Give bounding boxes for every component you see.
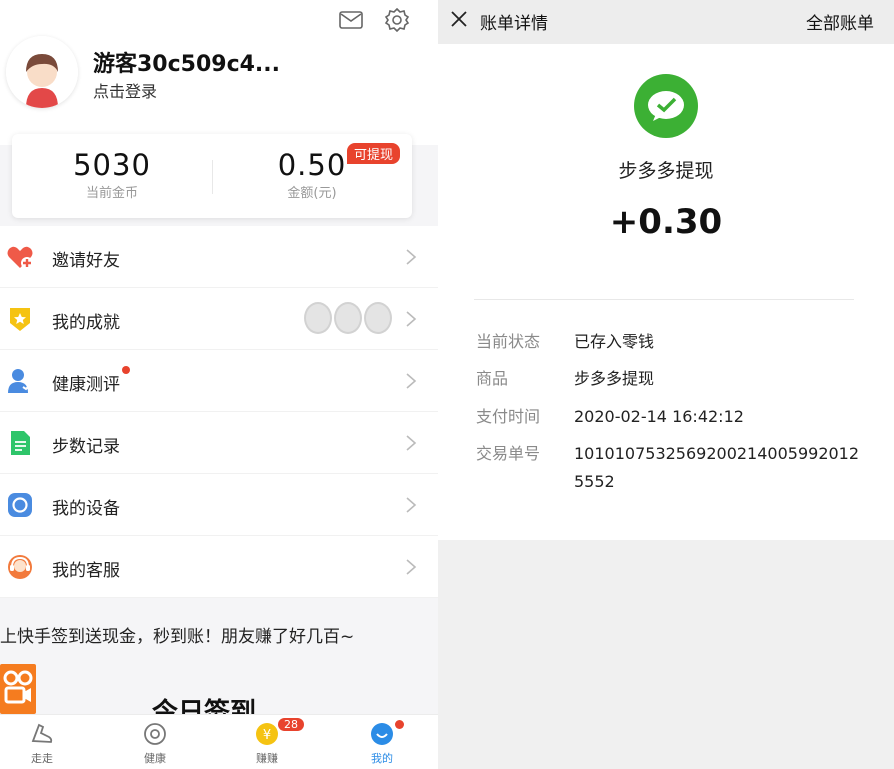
tab-walk[interactable]: 走走 [12,721,72,766]
coins-label: 当前金币 [85,186,138,201]
coins-value: 5030 [73,148,151,182]
chevron-right-icon [404,248,418,266]
menu-item-label: 我的成就 [52,313,120,333]
menu-item-label: 健康测评 [52,375,120,395]
medal-icon [334,302,362,334]
me-icon [369,721,395,747]
page-title: 账单详情 [480,14,548,34]
username: 游客30c509c4... [93,52,281,77]
bill-amount: +0.30 [609,202,723,242]
menu-item-customer-service[interactable]: 我的客服 [0,536,438,598]
notification-dot [395,720,404,729]
profile-screen: 游客30c509c4... 点击登录 5030 当前金币 0.50 金额(元) … [0,0,438,769]
chevron-right-icon [404,310,418,328]
tab-health[interactable]: 健康 [125,721,185,766]
health-icon [142,721,168,747]
menu-item-devices[interactable]: 我的设备 [0,474,438,536]
chevron-right-icon [404,558,418,576]
svg-text:¥: ¥ [263,728,271,743]
menu-item-achievements[interactable]: 我的成就 [0,288,438,350]
bill-details-screen: 账单详情 全部账单 步多多提现 +0.30 当前状态 已存入零钱 商品 步多多提… [438,0,894,769]
merchant-name: 步多多提现 [618,160,714,182]
medal-icon [304,302,332,334]
menu-item-health-test[interactable]: 健康测评 [0,350,438,412]
notification-dot [122,366,130,374]
field-key: 支付时间 [476,407,541,426]
menu-item-label: 邀请好友 [52,251,120,271]
kuaishou-logo[interactable] [0,664,36,714]
field-value: 2020-02-14 16:42:12 [574,407,744,426]
field-key: 当前状态 [476,332,541,351]
field-value: 已存入零钱 [574,332,655,351]
menu-item-label: 我的设备 [52,499,120,519]
tab-label: 走走 [31,752,53,765]
wechat-pay-icon [634,74,698,138]
promo-text[interactable]: 上快手签到送现金，秒到账！朋友赚了好几百~ [0,622,354,647]
menu-list: 邀请好友 我的成就 健康测评 步数记录 我的设备 我的客服 [0,226,438,598]
tab-label: 健康 [144,752,166,765]
menu-item-step-record[interactable]: 步数记录 [0,412,438,474]
divider [474,299,854,300]
tab-label: 我的 [371,752,393,765]
menu-item-label: 步数记录 [52,437,120,457]
profile-header: 游客30c509c4... 点击登录 [0,0,438,145]
chevron-right-icon [404,434,418,452]
coins-stat[interactable]: 5030 当前金币 [12,148,212,201]
field-value[interactable]: 10101075325692002140059920125552 [574,440,864,496]
login-link[interactable]: 点击登录 [93,78,157,102]
earn-count-badge: 28 [278,718,304,731]
field-value: 步多多提现 [574,369,655,388]
chevron-right-icon [404,496,418,514]
bottom-tabbar: 走走 健康 ¥ 赚赚 28 我的 [0,714,438,769]
document-icon [6,429,34,457]
avatar[interactable] [6,36,78,108]
stats-card: 5030 当前金币 0.50 金额(元) 可提现 [12,134,412,218]
gear-icon[interactable] [384,7,410,33]
heart-plus-icon [6,243,34,271]
tab-label: 赚赚 [256,752,278,765]
top-icons [338,7,410,33]
menu-item-invite[interactable]: 邀请好友 [0,226,438,288]
withdraw-badge[interactable]: 可提现 [347,143,401,164]
bill-header: 账单详情 全部账单 [438,0,894,44]
headset-icon [6,553,34,581]
achievement-medals [304,302,392,336]
star-badge-icon [6,305,34,333]
bill-card: 步多多提现 +0.30 当前状态 已存入零钱 商品 步多多提现 支付时间 202… [438,44,894,540]
device-icon [6,491,34,519]
shoe-icon [29,721,55,747]
field-key: 商品 [476,369,509,388]
all-bills-link[interactable]: 全部账单 [806,9,874,34]
coin-icon: ¥ [254,721,280,747]
menu-item-label: 我的客服 [52,561,120,581]
close-icon[interactable] [450,10,468,28]
medal-icon [364,302,392,334]
amount-label: 金额(元) [287,186,337,201]
mail-icon[interactable] [338,8,364,32]
tab-me[interactable]: 我的 [352,721,412,766]
field-key: 交易单号 [476,444,541,463]
person-icon [6,367,34,395]
chevron-right-icon [404,372,418,390]
